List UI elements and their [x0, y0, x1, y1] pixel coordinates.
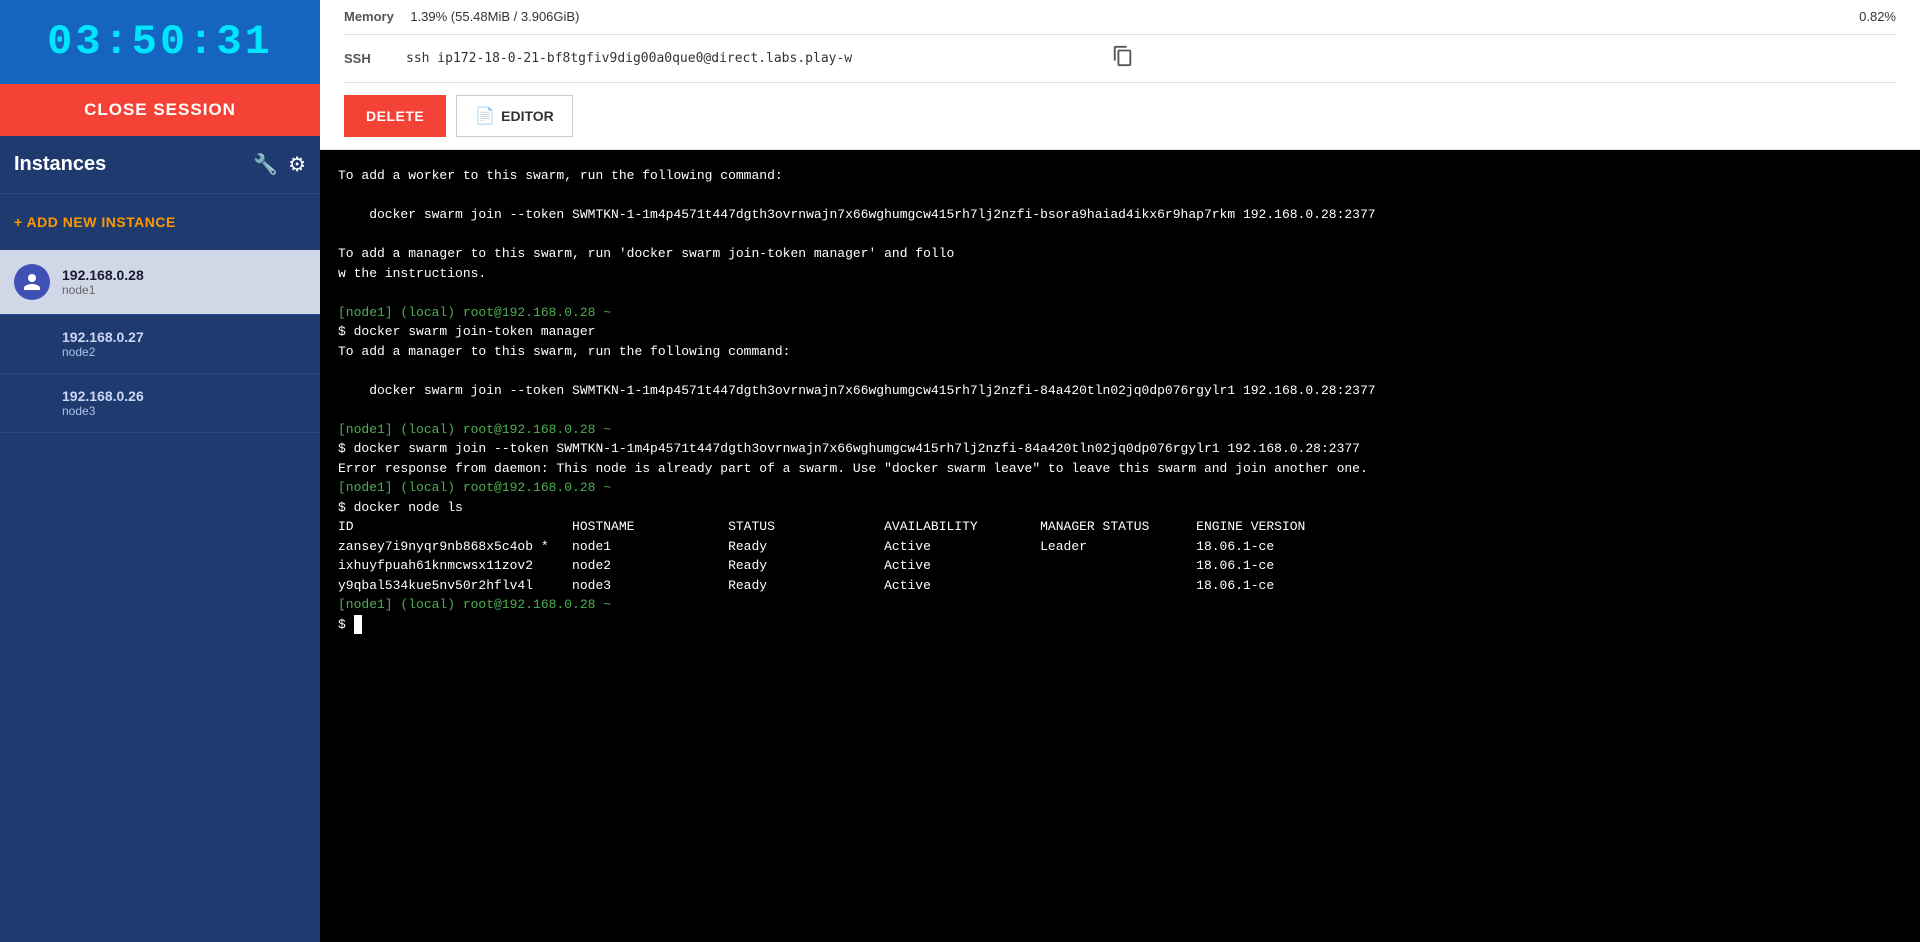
instance-ip: 192.168.0.26 — [62, 388, 144, 404]
avatar — [14, 264, 50, 300]
ssh-label: SSH — [344, 51, 394, 66]
timer-bar: 03:50:31 — [0, 0, 320, 84]
terminal-line: w the instructions. — [338, 264, 1902, 284]
terminal-line — [338, 225, 1902, 245]
instance-info: 192.168.0.27 node2 — [62, 329, 144, 359]
instance-item[interactable]: 192.168.0.28 node1 — [0, 250, 320, 315]
timer-display: 03:50:31 — [0, 18, 320, 66]
instance-name: node1 — [62, 283, 144, 297]
sidebar: 03:50:31 CLOSE SESSION Instances 🔧 ⚙ + A… — [0, 0, 320, 942]
terminal-line: $ docker swarm join-token manager — [338, 322, 1902, 342]
terminal-line: ID HOSTNAME STATUS AVAILABILITY MANAGER … — [338, 517, 1902, 537]
memory-value: 1.39% (55.48MiB / 3.906GiB) — [410, 9, 579, 24]
instance-ip: 192.168.0.27 — [62, 329, 144, 345]
settings-icon[interactable]: ⚙ — [288, 152, 306, 177]
terminal[interactable]: To add a worker to this swarm, run the f… — [320, 150, 1920, 942]
memory-label: Memory — [344, 9, 394, 24]
terminal-line: zansey7i9nyqr9nb868x5c4ob * node1 Ready … — [338, 537, 1902, 557]
terminal-line: $ docker node ls — [338, 498, 1902, 518]
main-panel: Memory 1.39% (55.48MiB / 3.906GiB) 0.82%… — [320, 0, 1920, 942]
memory-info: Memory 1.39% (55.48MiB / 3.906GiB) — [344, 8, 1816, 26]
terminal-line: [node1] (local) root@192.168.0.28 ~ — [338, 420, 1902, 440]
instance-name: node3 — [62, 404, 144, 418]
terminal-line: $ docker swarm join --token SWMTKN-1-1m4… — [338, 439, 1902, 459]
terminal-line: y9qbal534kue5nv50r2hflv4l node3 Ready Ac… — [338, 576, 1902, 596]
instance-item[interactable]: 192.168.0.27 node2 — [0, 315, 320, 374]
memory-row: Memory 1.39% (55.48MiB / 3.906GiB) 0.82% — [344, 0, 1896, 35]
ssh-row: SSH ssh ip172-18-0-21-bf8tgfiv9dig00a0qu… — [344, 35, 1896, 83]
instances-header: Instances 🔧 ⚙ — [0, 136, 320, 194]
terminal-line — [338, 400, 1902, 420]
terminal-line: $ — [338, 615, 1902, 635]
terminal-line: ixhuyfpuah61knmcwsx11zov2 node2 Ready Ac… — [338, 556, 1902, 576]
instances-title: Instances — [14, 153, 106, 176]
top-info: Memory 1.39% (55.48MiB / 3.906GiB) 0.82%… — [320, 0, 1920, 83]
editor-label: EDITOR — [501, 108, 554, 124]
file-icon: 📄 — [475, 106, 495, 126]
wrench-icon[interactable]: 🔧 — [253, 152, 278, 177]
instance-ip: 192.168.0.28 — [62, 267, 144, 283]
add-new-instance-button[interactable]: + ADD NEW INSTANCE — [0, 194, 320, 250]
terminal-line: To add a worker to this swarm, run the f… — [338, 166, 1902, 186]
close-session-button[interactable]: CLOSE SESSION — [0, 84, 320, 136]
instance-info: 192.168.0.26 node3 — [62, 388, 144, 418]
copy-button[interactable] — [1106, 43, 1140, 74]
terminal-line: docker swarm join --token SWMTKN-1-1m4p4… — [338, 205, 1902, 225]
delete-button[interactable]: DELETE — [344, 95, 446, 137]
instance-info: 192.168.0.28 node1 — [62, 267, 144, 297]
action-bar: DELETE 📄 EDITOR — [320, 83, 1920, 150]
terminal-line: To add a manager to this swarm, run the … — [338, 342, 1902, 362]
memory-percent: 0.82% — [1816, 8, 1896, 26]
terminal-line: docker swarm join --token SWMTKN-1-1m4p4… — [338, 381, 1902, 401]
terminal-line — [338, 283, 1902, 303]
terminal-line: [node1] (local) root@192.168.0.28 ~ — [338, 303, 1902, 323]
terminal-line — [338, 186, 1902, 206]
editor-button[interactable]: 📄 EDITOR — [456, 95, 573, 137]
ssh-value: ssh ip172-18-0-21-bf8tgfiv9dig00a0que0@d… — [406, 51, 1106, 66]
terminal-line: [node1] (local) root@192.168.0.28 ~ — [338, 478, 1902, 498]
terminal-line — [338, 361, 1902, 381]
instances-icons: 🔧 ⚙ — [253, 152, 306, 177]
instance-list: 192.168.0.28 node1 192.168.0.27 node2 19… — [0, 250, 320, 433]
terminal-line: Error response from daemon: This node is… — [338, 459, 1902, 479]
instance-name: node2 — [62, 345, 144, 359]
terminal-line: [node1] (local) root@192.168.0.28 ~ — [338, 595, 1902, 615]
instance-item[interactable]: 192.168.0.26 node3 — [0, 374, 320, 433]
memory-right-value: 0.82% — [1859, 9, 1896, 24]
cursor — [354, 615, 362, 635]
terminal-line: To add a manager to this swarm, run 'doc… — [338, 244, 1902, 264]
